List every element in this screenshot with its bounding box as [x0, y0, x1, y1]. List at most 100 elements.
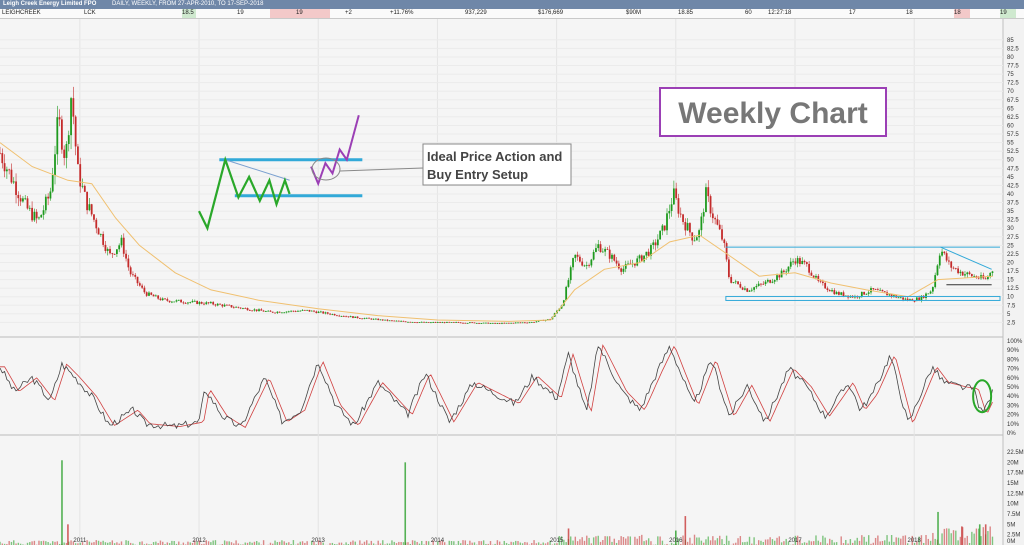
volume-bar [359, 540, 361, 545]
candle-body [191, 300, 194, 303]
volume-bar [757, 540, 760, 545]
candle-body [168, 300, 171, 303]
volume-bar [448, 540, 450, 545]
price-tick-label: 82.5 [1007, 46, 1019, 52]
volume-spike-bar [567, 528, 570, 545]
volume-bar [693, 534, 696, 545]
volume-bar [973, 533, 975, 545]
candle-body [491, 322, 494, 324]
candle-body [391, 320, 393, 322]
candle-body [70, 98, 72, 136]
candle-body [588, 265, 590, 266]
volume-bar [97, 540, 100, 545]
candle-body [93, 214, 95, 220]
candle-body [44, 196, 47, 211]
candle-body [702, 212, 705, 217]
stoch-tick-label: 70% [1007, 367, 1020, 373]
volume-bar [643, 541, 645, 545]
volume-bar [884, 540, 886, 545]
candle-body [938, 255, 941, 266]
candle-body [709, 196, 712, 214]
volume-bar [808, 540, 810, 545]
volume-bar [570, 536, 572, 545]
candle-body [473, 322, 476, 324]
volume-bar [414, 540, 416, 545]
volume-bar [955, 530, 957, 545]
candle-body [739, 284, 742, 288]
volume-bar [785, 538, 787, 545]
candle-body [693, 240, 696, 242]
volume-bar [966, 535, 968, 545]
candle-body [746, 288, 749, 292]
candle-body [656, 239, 659, 246]
candle-body [925, 293, 927, 298]
candle-body [132, 274, 134, 276]
volume-bar [877, 535, 879, 545]
volume-bar [622, 537, 625, 545]
volume-bar [127, 540, 130, 545]
candle-body [872, 288, 875, 290]
volume-bar [223, 540, 226, 545]
candle-body [423, 321, 425, 323]
candle-body [83, 185, 86, 192]
candle-body [528, 322, 531, 324]
candle-body [177, 299, 180, 301]
volume-bar [991, 536, 994, 545]
volume-spike-bar [937, 511, 939, 545]
candle-body [372, 318, 375, 320]
volume-bar [812, 541, 815, 545]
volume-bar [739, 536, 742, 545]
candle-body [297, 310, 299, 312]
volume-bar [515, 540, 517, 545]
price-tick-label: 35 [1007, 209, 1014, 215]
candle-body [205, 302, 208, 305]
candle-body [803, 260, 806, 263]
candle-body [409, 321, 412, 323]
volume-bar [503, 540, 505, 545]
candle-body [299, 310, 302, 312]
candle-body [154, 295, 157, 297]
security-title: Leigh Creek Energy Limited FPO [3, 1, 97, 7]
candle-body [615, 260, 618, 264]
candle-body [56, 117, 59, 155]
candle-body [748, 290, 751, 292]
quote-field: +2 [345, 10, 352, 16]
price-tick-label: 32.5 [1007, 218, 1019, 224]
volume-bar [155, 541, 157, 545]
candle-body [301, 309, 304, 311]
volume-tick-label: 2.5M [1007, 533, 1020, 539]
volume-bar [647, 538, 650, 545]
candle-body [941, 251, 943, 256]
candle-body [407, 321, 409, 323]
candle-body [79, 164, 82, 187]
volume-bar [888, 541, 891, 545]
candle-body [347, 316, 350, 318]
candle-body [723, 239, 726, 244]
volume-bar [425, 540, 428, 545]
candle-body [12, 181, 15, 183]
candle-body [113, 253, 116, 255]
volume-bar [579, 539, 581, 545]
volume-bar [45, 541, 47, 545]
volume-tick-label: 12.5M [1007, 491, 1024, 497]
volume-bar [8, 541, 10, 545]
volume-bar [235, 540, 237, 545]
candle-body [888, 294, 891, 296]
volume-tick-label: 17.5M [1007, 471, 1024, 477]
candle-body [189, 302, 192, 303]
candle-body [90, 204, 93, 215]
candle-body [810, 272, 813, 276]
candle-body [487, 322, 490, 324]
candle-body [734, 281, 737, 283]
candle-body [489, 323, 492, 325]
candle-body [812, 275, 815, 278]
candle-body [787, 266, 790, 272]
volume-bar [141, 541, 143, 545]
candle-body [271, 311, 274, 313]
candle-body [443, 322, 446, 324]
candle-body [216, 303, 219, 306]
volume-bar [700, 540, 703, 545]
candle-body [727, 259, 730, 278]
candle-body [352, 316, 354, 318]
volume-bar [42, 540, 45, 545]
